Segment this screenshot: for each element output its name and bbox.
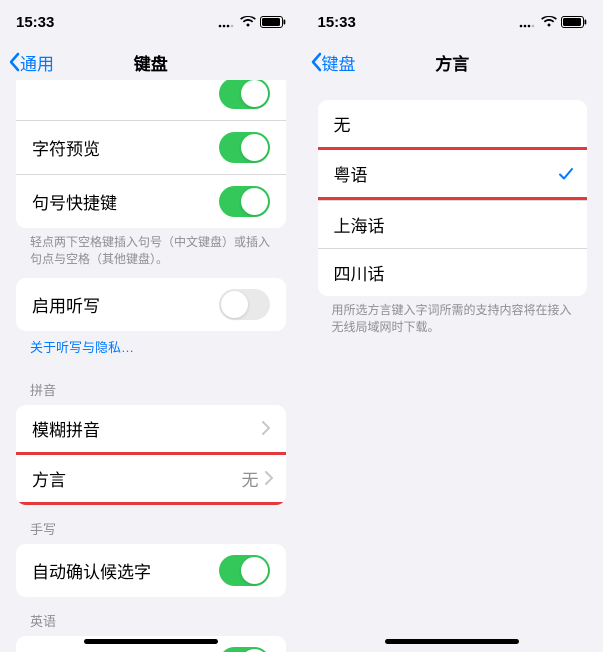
option-none[interactable]: 无 (318, 100, 588, 147)
toggle-auto-caps[interactable] (219, 647, 270, 652)
wifi-icon (541, 16, 557, 28)
group-keyboard-options: 字符预览 句号快捷键 (16, 80, 286, 228)
option-cantonese[interactable]: 粤语 (318, 147, 588, 200)
nav-bar: 键盘 方言 (302, 44, 603, 80)
back-label: 通用 (20, 50, 54, 75)
back-label: 键盘 (322, 50, 356, 75)
toggle-period-shortcut[interactable] (219, 186, 270, 217)
row-dialect[interactable]: 方言 无 (16, 452, 286, 505)
home-indicator[interactable] (84, 639, 218, 644)
chevron-left-icon (8, 52, 20, 72)
footer-dialect: 用所选方言键入字词所需的支持内容将在接入无线局域网时下载。 (302, 296, 603, 346)
status-icons (519, 16, 587, 28)
label-shanghainese: 上海话 (334, 212, 572, 237)
option-shanghainese[interactable]: 上海话 (318, 200, 588, 248)
footer-period: 轻点两下空格键插入句号（中文键盘）或插入句点与空格（其他键盘）。 (0, 228, 302, 278)
label-cantonese: 粤语 (334, 161, 559, 186)
status-bar: 15:33 (302, 0, 603, 44)
toggle-dictation[interactable] (219, 289, 270, 320)
row-fuzzy-pinyin[interactable]: 模糊拼音 (16, 405, 286, 452)
status-time: 15:33 (318, 14, 356, 31)
chevron-right-icon (262, 421, 270, 435)
cellular-icon (218, 16, 236, 28)
label-period-shortcut: 句号快捷键 (32, 189, 219, 214)
checkmark-icon (558, 166, 574, 182)
chevron-right-icon (265, 471, 273, 485)
cellular-icon (519, 16, 537, 28)
label-dialect: 方言 (32, 466, 242, 491)
battery-icon (561, 16, 587, 28)
label-auto-confirm: 自动确认候选字 (32, 558, 219, 583)
wifi-icon (240, 16, 256, 28)
row-partial[interactable] (16, 80, 286, 120)
group-dialect-options: 无 粤语 上海话 四川话 (318, 100, 588, 296)
back-button[interactable]: 通用 (8, 50, 54, 75)
toggle-partial[interactable] (219, 80, 270, 109)
group-handwriting: 自动确认候选字 (16, 544, 286, 597)
link-dictation-privacy[interactable]: 关于听写与隐私… (0, 331, 302, 366)
row-dictation[interactable]: 启用听写 (16, 278, 286, 331)
toggle-char-preview[interactable] (219, 132, 270, 163)
group-dictation: 启用听写 (16, 278, 286, 331)
home-indicator[interactable] (385, 639, 519, 644)
phone-left: 15:33 通用 键盘 字符预览 句号快捷键 (0, 0, 302, 652)
label-fuzzy-pinyin: 模糊拼音 (32, 416, 262, 441)
header-pinyin: 拼音 (0, 366, 302, 405)
label-char-preview: 字符预览 (32, 135, 219, 160)
phone-right: 15:33 键盘 方言 无 粤语 上海话 (302, 0, 603, 652)
label-dictation: 启用听写 (32, 292, 219, 317)
row-period-shortcut[interactable]: 句号快捷键 (16, 174, 286, 228)
status-icons (218, 16, 286, 28)
row-char-preview[interactable]: 字符预览 (16, 120, 286, 174)
battery-icon (260, 16, 286, 28)
header-handwriting: 手写 (0, 505, 302, 544)
status-time: 15:33 (16, 14, 54, 31)
group-pinyin: 模糊拼音 方言 无 (16, 405, 286, 505)
toggle-auto-confirm[interactable] (219, 555, 270, 586)
header-english: 英语 (0, 597, 302, 636)
back-button[interactable]: 键盘 (310, 50, 356, 75)
label-none: 无 (334, 111, 572, 136)
row-auto-confirm[interactable]: 自动确认候选字 (16, 544, 286, 597)
nav-bar: 通用 键盘 (0, 44, 302, 80)
label-sichuanese: 四川话 (334, 260, 572, 285)
value-dialect: 无 (242, 466, 259, 491)
status-bar: 15:33 (0, 0, 302, 44)
option-sichuanese[interactable]: 四川话 (318, 248, 588, 296)
chevron-left-icon (310, 52, 322, 72)
